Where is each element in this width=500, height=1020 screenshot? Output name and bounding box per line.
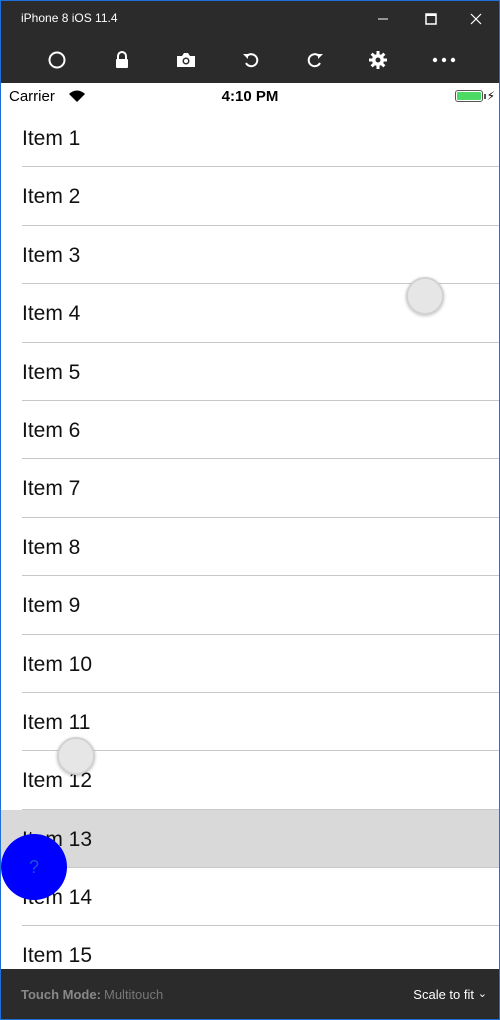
gear-icon	[369, 51, 387, 69]
list-item[interactable]: Item 15	[1, 926, 499, 969]
close-button[interactable]	[453, 1, 499, 37]
help-button[interactable]: ?	[1, 834, 67, 900]
more-icon	[432, 57, 456, 63]
touch-mode-value[interactable]: Multitouch	[104, 987, 163, 1002]
list-item[interactable]: Item 13	[1, 809, 499, 869]
touch-indicator	[406, 277, 444, 315]
phone-screen: Carrier 4:10 PM ⚡ Item 1 Item 2 Item 3 Item…	[1, 83, 499, 969]
list-item-label: Item 7	[22, 477, 81, 501]
lock-icon	[116, 51, 128, 68]
charging-icon: ⚡	[486, 89, 495, 103]
list-item-label: Item 8	[22, 535, 81, 559]
title-bar: iPhone 8 iOS 11.4	[1, 1, 499, 37]
chevron-down-icon[interactable]: ⌄	[478, 987, 487, 1000]
list-item[interactable]: Item 8	[1, 518, 499, 577]
list-item[interactable]: Item 3	[1, 226, 499, 285]
list-item-label: Item 11	[22, 710, 91, 734]
more-button[interactable]	[429, 45, 459, 75]
list-item[interactable]: Item 5	[1, 343, 499, 401]
list-item[interactable]: Item 9	[1, 576, 499, 635]
list-item-label: Item 3	[22, 243, 81, 267]
close-icon	[470, 13, 482, 25]
rotate-left-button[interactable]	[236, 45, 266, 75]
rotate-right-icon	[307, 53, 323, 68]
status-time: 4:10 PM	[221, 88, 279, 105]
settings-button[interactable]	[363, 45, 393, 75]
bottom-bar: Touch Mode: Multitouch Scale to fit ⌄	[1, 969, 499, 1019]
list-item[interactable]: Item 2	[1, 167, 499, 226]
home-button[interactable]	[42, 45, 72, 75]
rotate-right-button[interactable]	[300, 45, 330, 75]
list-item-label: Item 10	[22, 652, 93, 676]
rotate-left-icon	[243, 53, 259, 68]
list-item-label: Item 2	[22, 185, 81, 209]
touch-indicator	[57, 737, 95, 775]
simulator-toolbar	[1, 37, 499, 83]
window-title: iPhone 8 iOS 11.4	[21, 11, 118, 25]
item-list[interactable]: Item 1 Item 2 Item 3 Item 4 Item 5 Item 6 Item…	[1, 109, 499, 969]
list-item[interactable]: Item 10	[1, 635, 499, 693]
list-item[interactable]: Item 6	[1, 401, 499, 460]
maximize-button[interactable]	[408, 1, 454, 37]
list-item-label: Item 15	[22, 944, 93, 968]
screenshot-button[interactable]	[171, 45, 201, 75]
home-icon	[48, 51, 66, 69]
maximize-icon	[425, 13, 437, 25]
camera-icon	[177, 53, 195, 67]
list-item[interactable]: Item 1	[1, 109, 499, 168]
help-label: ?	[28, 856, 39, 877]
minimize-icon	[378, 18, 388, 20]
lock-button[interactable]	[107, 45, 137, 75]
scale-dropdown[interactable]: Scale to fit	[413, 987, 474, 1002]
minimize-button[interactable]	[360, 1, 406, 37]
battery-icon	[455, 90, 483, 102]
status-bar: Carrier 4:10 PM ⚡	[1, 83, 499, 109]
touch-mode-label: Touch Mode:	[21, 987, 101, 1002]
list-item-label: Item 4	[22, 302, 81, 326]
list-item-label: Item 6	[22, 418, 81, 442]
list-item[interactable]: Item 14	[1, 868, 499, 927]
list-item[interactable]: Item 7	[1, 459, 499, 518]
list-item-label: Item 9	[22, 594, 81, 618]
list-item-label: Item 5	[22, 360, 81, 384]
list-item-label: Item 1	[22, 127, 81, 150]
